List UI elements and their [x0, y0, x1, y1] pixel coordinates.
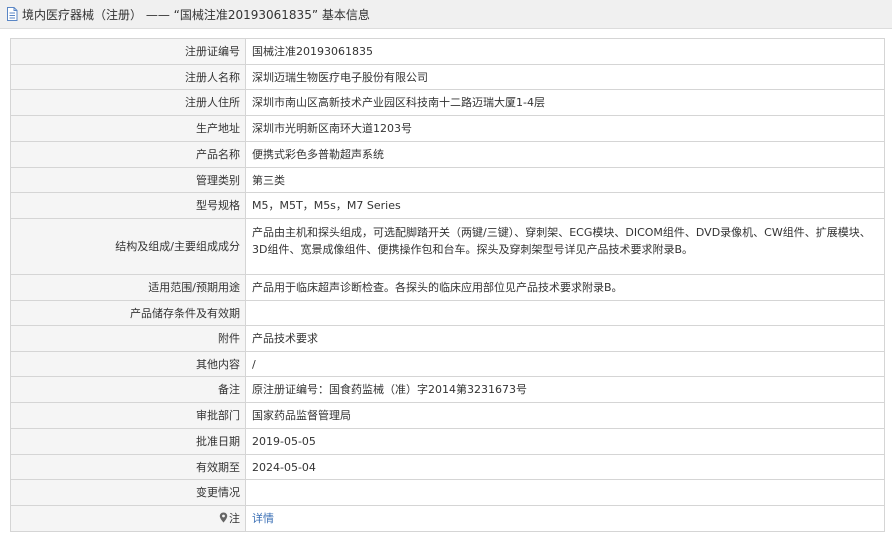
table-row: 注册人住所 深圳市南山区高新技术产业园区科技南十二路迈瑞大厦1-4层	[10, 89, 885, 116]
field-value: 国家药品监督管理局	[245, 402, 885, 429]
field-value	[245, 300, 885, 326]
field-label: 注册证编号	[10, 38, 246, 65]
field-label: 生产地址	[10, 115, 246, 142]
field-label: 管理类别	[10, 167, 246, 193]
details-link[interactable]: 详情	[252, 512, 274, 525]
table-row: 备注 原注册证编号：国食药监械（准）字2014第3231673号	[10, 376, 885, 403]
field-label: 注册人名称	[10, 64, 246, 90]
field-value: 便携式彩色多普勒超声系统	[245, 141, 885, 168]
document-icon	[6, 7, 18, 21]
table-row: 生产地址 深圳市光明新区南环大道1203号	[10, 115, 885, 142]
field-value: 产品由主机和探头组成，可选配脚踏开关（两键/三键）、穿刺架、ECG模块、DICO…	[245, 218, 885, 275]
table-row: 适用范围/预期用途 产品用于临床超声诊断检查。各探头的临床应用部位见产品技术要求…	[10, 274, 885, 301]
field-value: 产品技术要求	[245, 325, 885, 352]
field-label: 有效期至	[10, 454, 246, 480]
field-value: /	[245, 351, 885, 377]
field-label: 附件	[10, 325, 246, 352]
page-title: 境内医疗器械（注册） —— “国械注准20193061835” 基本信息	[22, 7, 370, 22]
table-row: 有效期至 2024-05-04	[10, 454, 885, 480]
page-header: 境内医疗器械（注册） —— “国械注准20193061835” 基本信息	[0, 0, 892, 29]
field-value: 深圳迈瑞生物医疗电子股份有限公司	[245, 64, 885, 90]
table-row: 附件 产品技术要求	[10, 325, 885, 352]
field-value: 2019-05-05	[245, 428, 885, 455]
field-value: 2024-05-04	[245, 454, 885, 480]
field-value: 原注册证编号：国食药监械（准）字2014第3231673号	[245, 376, 885, 403]
field-label: 产品储存条件及有效期	[10, 300, 246, 326]
field-value: 深圳市光明新区南环大道1203号	[245, 115, 885, 142]
table-row: 审批部门 国家药品监督管理局	[10, 402, 885, 429]
field-value: 深圳市南山区高新技术产业园区科技南十二路迈瑞大厦1-4层	[245, 89, 885, 116]
table-row: 其他内容 /	[10, 351, 885, 377]
registration-info-table: 注册证编号 国械注准20193061835 注册人名称 深圳迈瑞生物医疗电子股份…	[10, 38, 885, 532]
note-value-cell: 详情	[245, 505, 885, 532]
table-row: 型号规格 M5，M5T，M5s，M7 Series	[10, 192, 885, 219]
field-value: M5，M5T，M5s，M7 Series	[245, 192, 885, 219]
field-value: 国械注准20193061835	[245, 38, 885, 65]
field-label: 批准日期	[10, 428, 246, 455]
field-label: 其他内容	[10, 351, 246, 377]
table-row: 产品名称 便携式彩色多普勒超声系统	[10, 141, 885, 168]
table-row: 管理类别 第三类	[10, 167, 885, 193]
field-label: 注册人住所	[10, 89, 246, 116]
field-label: 审批部门	[10, 402, 246, 429]
table-row: 注册人名称 深圳迈瑞生物医疗电子股份有限公司	[10, 64, 885, 90]
table-row: 变更情况	[10, 479, 885, 506]
note-label: 注	[229, 512, 240, 525]
field-value: 第三类	[245, 167, 885, 193]
pin-icon	[219, 511, 228, 523]
field-label: 型号规格	[10, 192, 246, 219]
table-row: 产品储存条件及有效期	[10, 300, 885, 326]
field-value: 产品用于临床超声诊断检查。各探头的临床应用部位见产品技术要求附录B。	[245, 274, 885, 301]
field-label: 备注	[10, 376, 246, 403]
note-label-cell: 注	[10, 505, 246, 532]
table-row: 批准日期 2019-05-05	[10, 428, 885, 455]
field-label: 结构及组成/主要组成成分	[10, 218, 246, 275]
field-label: 变更情况	[10, 479, 246, 506]
field-label: 适用范围/预期用途	[10, 274, 246, 301]
table-row: 结构及组成/主要组成成分 产品由主机和探头组成，可选配脚踏开关（两键/三键）、穿…	[10, 218, 885, 275]
table-row: 注册证编号 国械注准20193061835	[10, 38, 885, 65]
field-value	[245, 479, 885, 506]
field-label: 产品名称	[10, 141, 246, 168]
table-row: 注 详情	[10, 505, 885, 532]
